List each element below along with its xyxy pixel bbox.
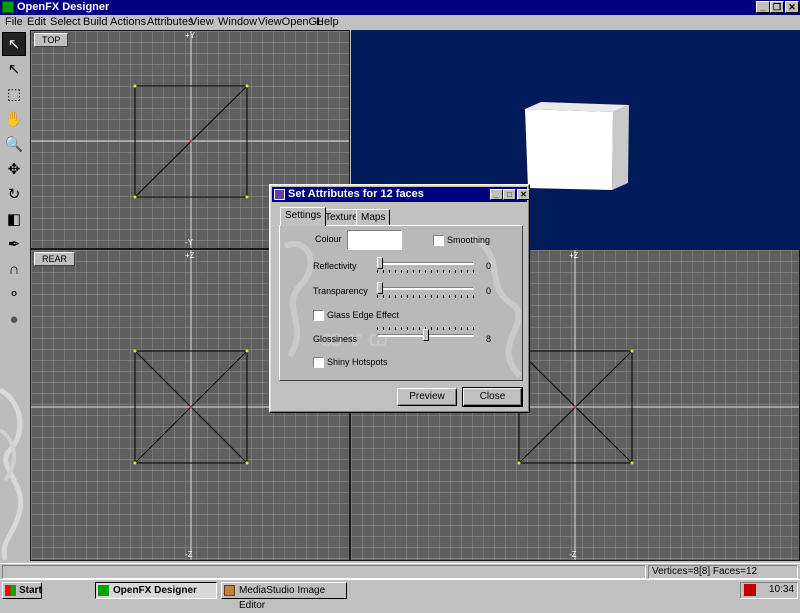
- smoothing-checkbox[interactable]: [433, 235, 444, 246]
- taskbar: Start OpenFX Designer MediaStudio Image …: [0, 579, 800, 611]
- title-bar: OpenFX Designer _ ❐ ✕: [0, 0, 800, 15]
- axis-minus-label: -Y: [185, 238, 193, 247]
- menu-bar: File Edit Select Build Actions Attribute…: [0, 15, 800, 30]
- shiny-hotspots-checkbox[interactable]: [313, 357, 324, 368]
- pen-icon[interactable]: ✒: [2, 232, 26, 256]
- axis-plus-label: +Z: [185, 251, 195, 260]
- scale-icon[interactable]: ◧: [2, 207, 26, 231]
- glass-edge-checkbox[interactable]: [313, 310, 324, 321]
- axis-minus-label: -Z: [569, 550, 577, 559]
- glossiness-slider-thumb[interactable]: [422, 329, 429, 341]
- task-openfx-designer[interactable]: OpenFX Designer: [95, 582, 217, 599]
- start-label: Start: [19, 585, 42, 596]
- preview-button[interactable]: Preview: [397, 388, 457, 406]
- viewport-rear-label: REAR: [34, 252, 76, 266]
- transparency-slider-thumb[interactable]: [377, 282, 383, 294]
- dialog-icon: [274, 189, 285, 200]
- status-bar: Vertices=8[8] Faces=12: [0, 563, 800, 579]
- task-label: MediaStudio Image Editor: [239, 585, 326, 611]
- sphere-icon[interactable]: ●: [2, 307, 26, 331]
- reflectivity-label: Reflectivity: [313, 261, 357, 271]
- reflectivity-value: 0: [486, 261, 492, 271]
- app-icon: [2, 1, 14, 13]
- viewport-top-label: TOP: [34, 33, 69, 47]
- tool-palette: ↖ ↖ ⬚ ✋ 🔍 ✥ ↻ ◧ ✒ ∩ ⚬ ●: [0, 30, 30, 560]
- axis-plus-label: +Y: [185, 31, 196, 40]
- tab-maps[interactable]: Maps: [356, 209, 391, 225]
- colour-swatch[interactable]: [347, 230, 402, 250]
- menu-window[interactable]: Window: [218, 16, 257, 29]
- menu-view[interactable]: View: [190, 16, 214, 29]
- task-label: OpenFX Designer: [113, 585, 197, 596]
- system-tray: 10:34: [740, 582, 798, 599]
- glossiness-value: 8: [486, 334, 492, 344]
- axis-plus-label: +Z: [569, 251, 579, 260]
- task-mediastudio[interactable]: MediaStudio Image Editor: [221, 582, 347, 611]
- reflectivity-slider-thumb[interactable]: [377, 257, 383, 269]
- shiny-hotspots-label: Shiny Hotspots: [327, 357, 388, 367]
- dialog-minimize-button[interactable]: _: [490, 189, 503, 200]
- menu-select[interactable]: Select: [50, 16, 81, 29]
- dialog-close-button[interactable]: ✕: [517, 189, 530, 200]
- rotate-icon[interactable]: ↻: [2, 182, 26, 206]
- window-title: OpenFX Designer: [17, 1, 110, 13]
- box-select-icon[interactable]: ⬚: [2, 82, 26, 106]
- zoom-icon[interactable]: 🔍: [2, 132, 26, 156]
- menu-viewopengl[interactable]: ViewOpenGL: [258, 16, 323, 29]
- spheres-icon[interactable]: ⚬: [2, 282, 26, 306]
- toolbar-decoration: [0, 387, 24, 560]
- status-message: [2, 565, 646, 579]
- start-button[interactable]: Start: [2, 582, 42, 599]
- pointer-icon[interactable]: ↖: [2, 57, 26, 81]
- clock: 10:34: [769, 584, 795, 595]
- mediastudio-icon: [224, 585, 235, 596]
- close-dialog-button[interactable]: Close: [462, 387, 523, 407]
- transparency-value: 0: [486, 286, 492, 296]
- transparency-label: Transparency: [313, 286, 368, 296]
- tab-settings[interactable]: Settings: [280, 207, 327, 226]
- axis-minus-label: -Z: [185, 550, 193, 559]
- glossiness-label: Glossiness: [313, 334, 358, 344]
- settings-panel: ꝏ ɤ ꞷ Colour Smoothing Reflectivity 0 Tr…: [279, 225, 523, 381]
- transparency-track[interactable]: [377, 287, 474, 290]
- dialog-title-bar[interactable]: Set Attributes for 12 faces _ □ ✕: [272, 187, 530, 202]
- select-pointer-icon[interactable]: ↖: [2, 32, 26, 56]
- minimize-button[interactable]: _: [756, 1, 770, 13]
- menu-attributes[interactable]: Attributes: [147, 16, 193, 29]
- reflectivity-ticks: [377, 270, 474, 273]
- dialog-title: Set Attributes for 12 faces: [288, 188, 424, 200]
- menu-actions[interactable]: Actions: [110, 16, 146, 29]
- set-attributes-dialog: Set Attributes for 12 faces _ □ ✕ Settin…: [269, 184, 530, 413]
- openfx-icon: [98, 585, 109, 596]
- menu-help[interactable]: Help: [316, 16, 339, 29]
- status-counts: Vertices=8[8] Faces=12: [648, 565, 798, 579]
- transparency-ticks: [377, 295, 474, 298]
- glass-edge-label: Glass Edge Effect: [327, 310, 399, 320]
- menu-build[interactable]: Build: [83, 16, 107, 29]
- move-icon[interactable]: ✥: [2, 157, 26, 181]
- menu-file[interactable]: File: [5, 16, 23, 29]
- windows-logo-icon: [5, 585, 16, 596]
- magnet-icon[interactable]: ∩: [2, 257, 26, 281]
- close-button[interactable]: ✕: [785, 1, 799, 13]
- menu-edit[interactable]: Edit: [27, 16, 46, 29]
- tray-app-icon[interactable]: [744, 584, 756, 596]
- dialog-maximize-button[interactable]: □: [503, 189, 516, 200]
- pan-hand-icon[interactable]: ✋: [2, 107, 26, 131]
- smoothing-label: Smoothing: [447, 235, 491, 245]
- colour-label: Colour: [315, 234, 342, 244]
- reflectivity-track[interactable]: [377, 262, 474, 265]
- restore-button[interactable]: ❐: [770, 1, 784, 13]
